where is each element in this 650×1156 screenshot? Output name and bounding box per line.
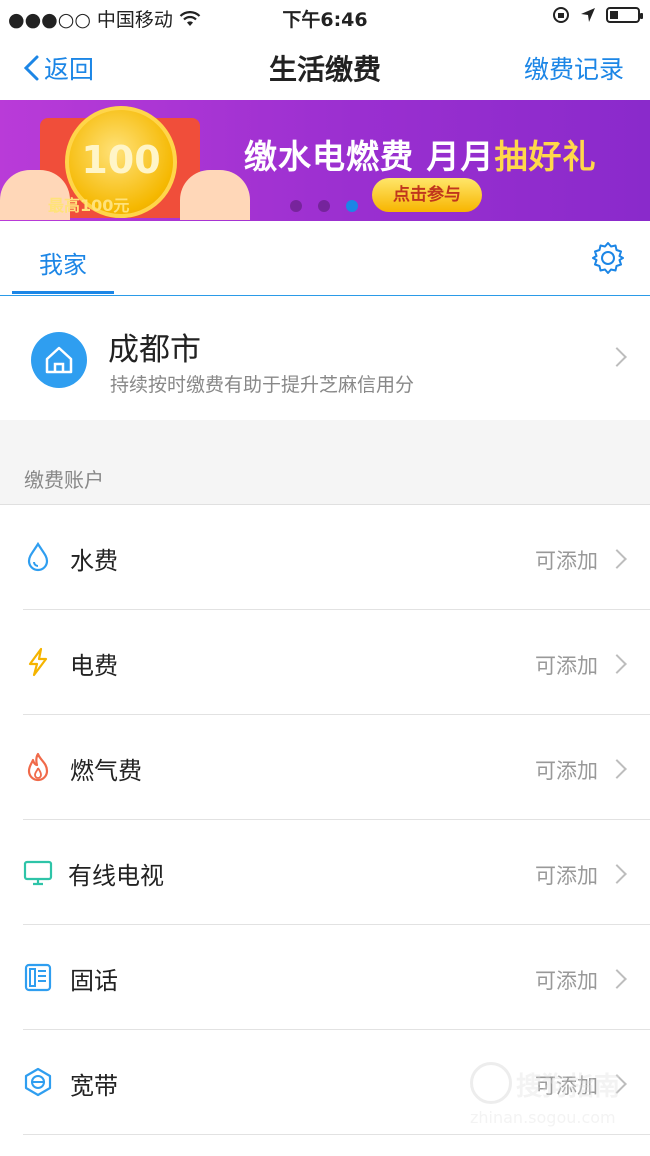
- lightning-icon: [28, 647, 48, 677]
- home-tabs: 我家: [0, 221, 650, 296]
- list-item-label: 燃气费: [70, 757, 142, 785]
- watermark-logo-icon: [470, 1062, 512, 1104]
- battery-icon: [606, 7, 643, 23]
- list-item-landline[interactable]: 固话 可添加: [0, 925, 650, 1030]
- list-item-gas[interactable]: 燃气费 可添加: [0, 715, 650, 820]
- list-item-label: 固话: [70, 967, 118, 995]
- sogou-watermark: 搜狗指南 zhinan.sogou.com: [470, 1062, 630, 1130]
- page-dot: [290, 200, 302, 212]
- orientation-lock-icon: [553, 7, 569, 23]
- list-item-label: 宽带: [70, 1072, 118, 1100]
- settings-gear-icon[interactable]: [590, 240, 626, 276]
- house-icon: [45, 346, 73, 374]
- hand-right-graphic: [180, 170, 250, 220]
- coin-subtitle: 最高100元: [48, 196, 130, 215]
- list-item-status: 可添加: [535, 654, 598, 678]
- watermark-title: 搜狗指南: [516, 1072, 621, 1102]
- payment-record-button[interactable]: 缴费记录: [524, 50, 624, 86]
- phone-icon: [24, 963, 52, 992]
- status-bar: ●●●○○ 中国移动 下午6:46: [0, 0, 650, 34]
- coin-text: 100: [81, 138, 161, 182]
- page-dot: [318, 200, 330, 212]
- nav-bar: 返回 生活缴费 缴费记录: [0, 34, 650, 100]
- tv-icon: [23, 860, 53, 886]
- banner-headline-main: 缴水电燃费 月月: [244, 137, 495, 176]
- list-item-cable-tv[interactable]: 有线电视 可添加: [0, 820, 650, 925]
- banner-headline: 缴水电燃费 月月抽好礼: [244, 130, 597, 178]
- list-item-status: 可添加: [535, 864, 598, 888]
- banner-page-indicator: [290, 200, 358, 212]
- list-item-label: 水费: [70, 547, 118, 575]
- chevron-right-icon: [607, 549, 627, 569]
- page-dot-active: [346, 200, 358, 212]
- status-indicators: [552, 6, 643, 24]
- banner-cta-button[interactable]: 点击参与: [372, 178, 482, 212]
- banner-headline-highlight: 抽好礼: [494, 137, 597, 176]
- list-item-label: 有线电视: [68, 862, 164, 890]
- home-icon-badge: [31, 332, 87, 388]
- list-item-electricity[interactable]: 电费 可添加: [0, 610, 650, 715]
- section-title: 缴费账户: [24, 468, 104, 492]
- list-item-status: 可添加: [535, 759, 598, 783]
- water-drop-icon: [27, 541, 49, 572]
- chevron-right-icon: [607, 969, 627, 989]
- location-icon: [581, 8, 595, 22]
- home-description: 持续按时缴费有助于提升芝麻信用分: [110, 374, 415, 396]
- list-item-water[interactable]: 水费 可添加: [0, 505, 650, 610]
- chevron-right-icon: [607, 759, 627, 779]
- flame-icon: [27, 752, 49, 782]
- broadband-icon: [24, 1067, 52, 1097]
- home-city: 成都市: [108, 332, 201, 368]
- tab-underline: [12, 291, 114, 294]
- promo-banner[interactable]: 100 最高100元 缴水电燃费 月月抽好礼 点击参与: [0, 100, 650, 221]
- home-card[interactable]: 成都市 持续按时缴费有助于提升芝麻信用分: [0, 296, 650, 420]
- chevron-right-icon: [607, 654, 627, 674]
- tab-my-home[interactable]: 我家: [12, 221, 114, 294]
- watermark-url: zhinan.sogou.com: [470, 1108, 616, 1127]
- accounts-list: 水费 可添加 电费 可添加 燃气费 可添加 有线电视 可添加 固话 可添加 宽带…: [0, 504, 650, 1156]
- list-item-status: 可添加: [535, 969, 598, 993]
- list-item-status: 可添加: [535, 549, 598, 573]
- chevron-right-icon: [607, 864, 627, 884]
- tab-label: 我家: [39, 251, 87, 279]
- list-item-label: 电费: [70, 652, 118, 680]
- chevron-right-icon: [607, 347, 627, 367]
- divider: [23, 1134, 650, 1135]
